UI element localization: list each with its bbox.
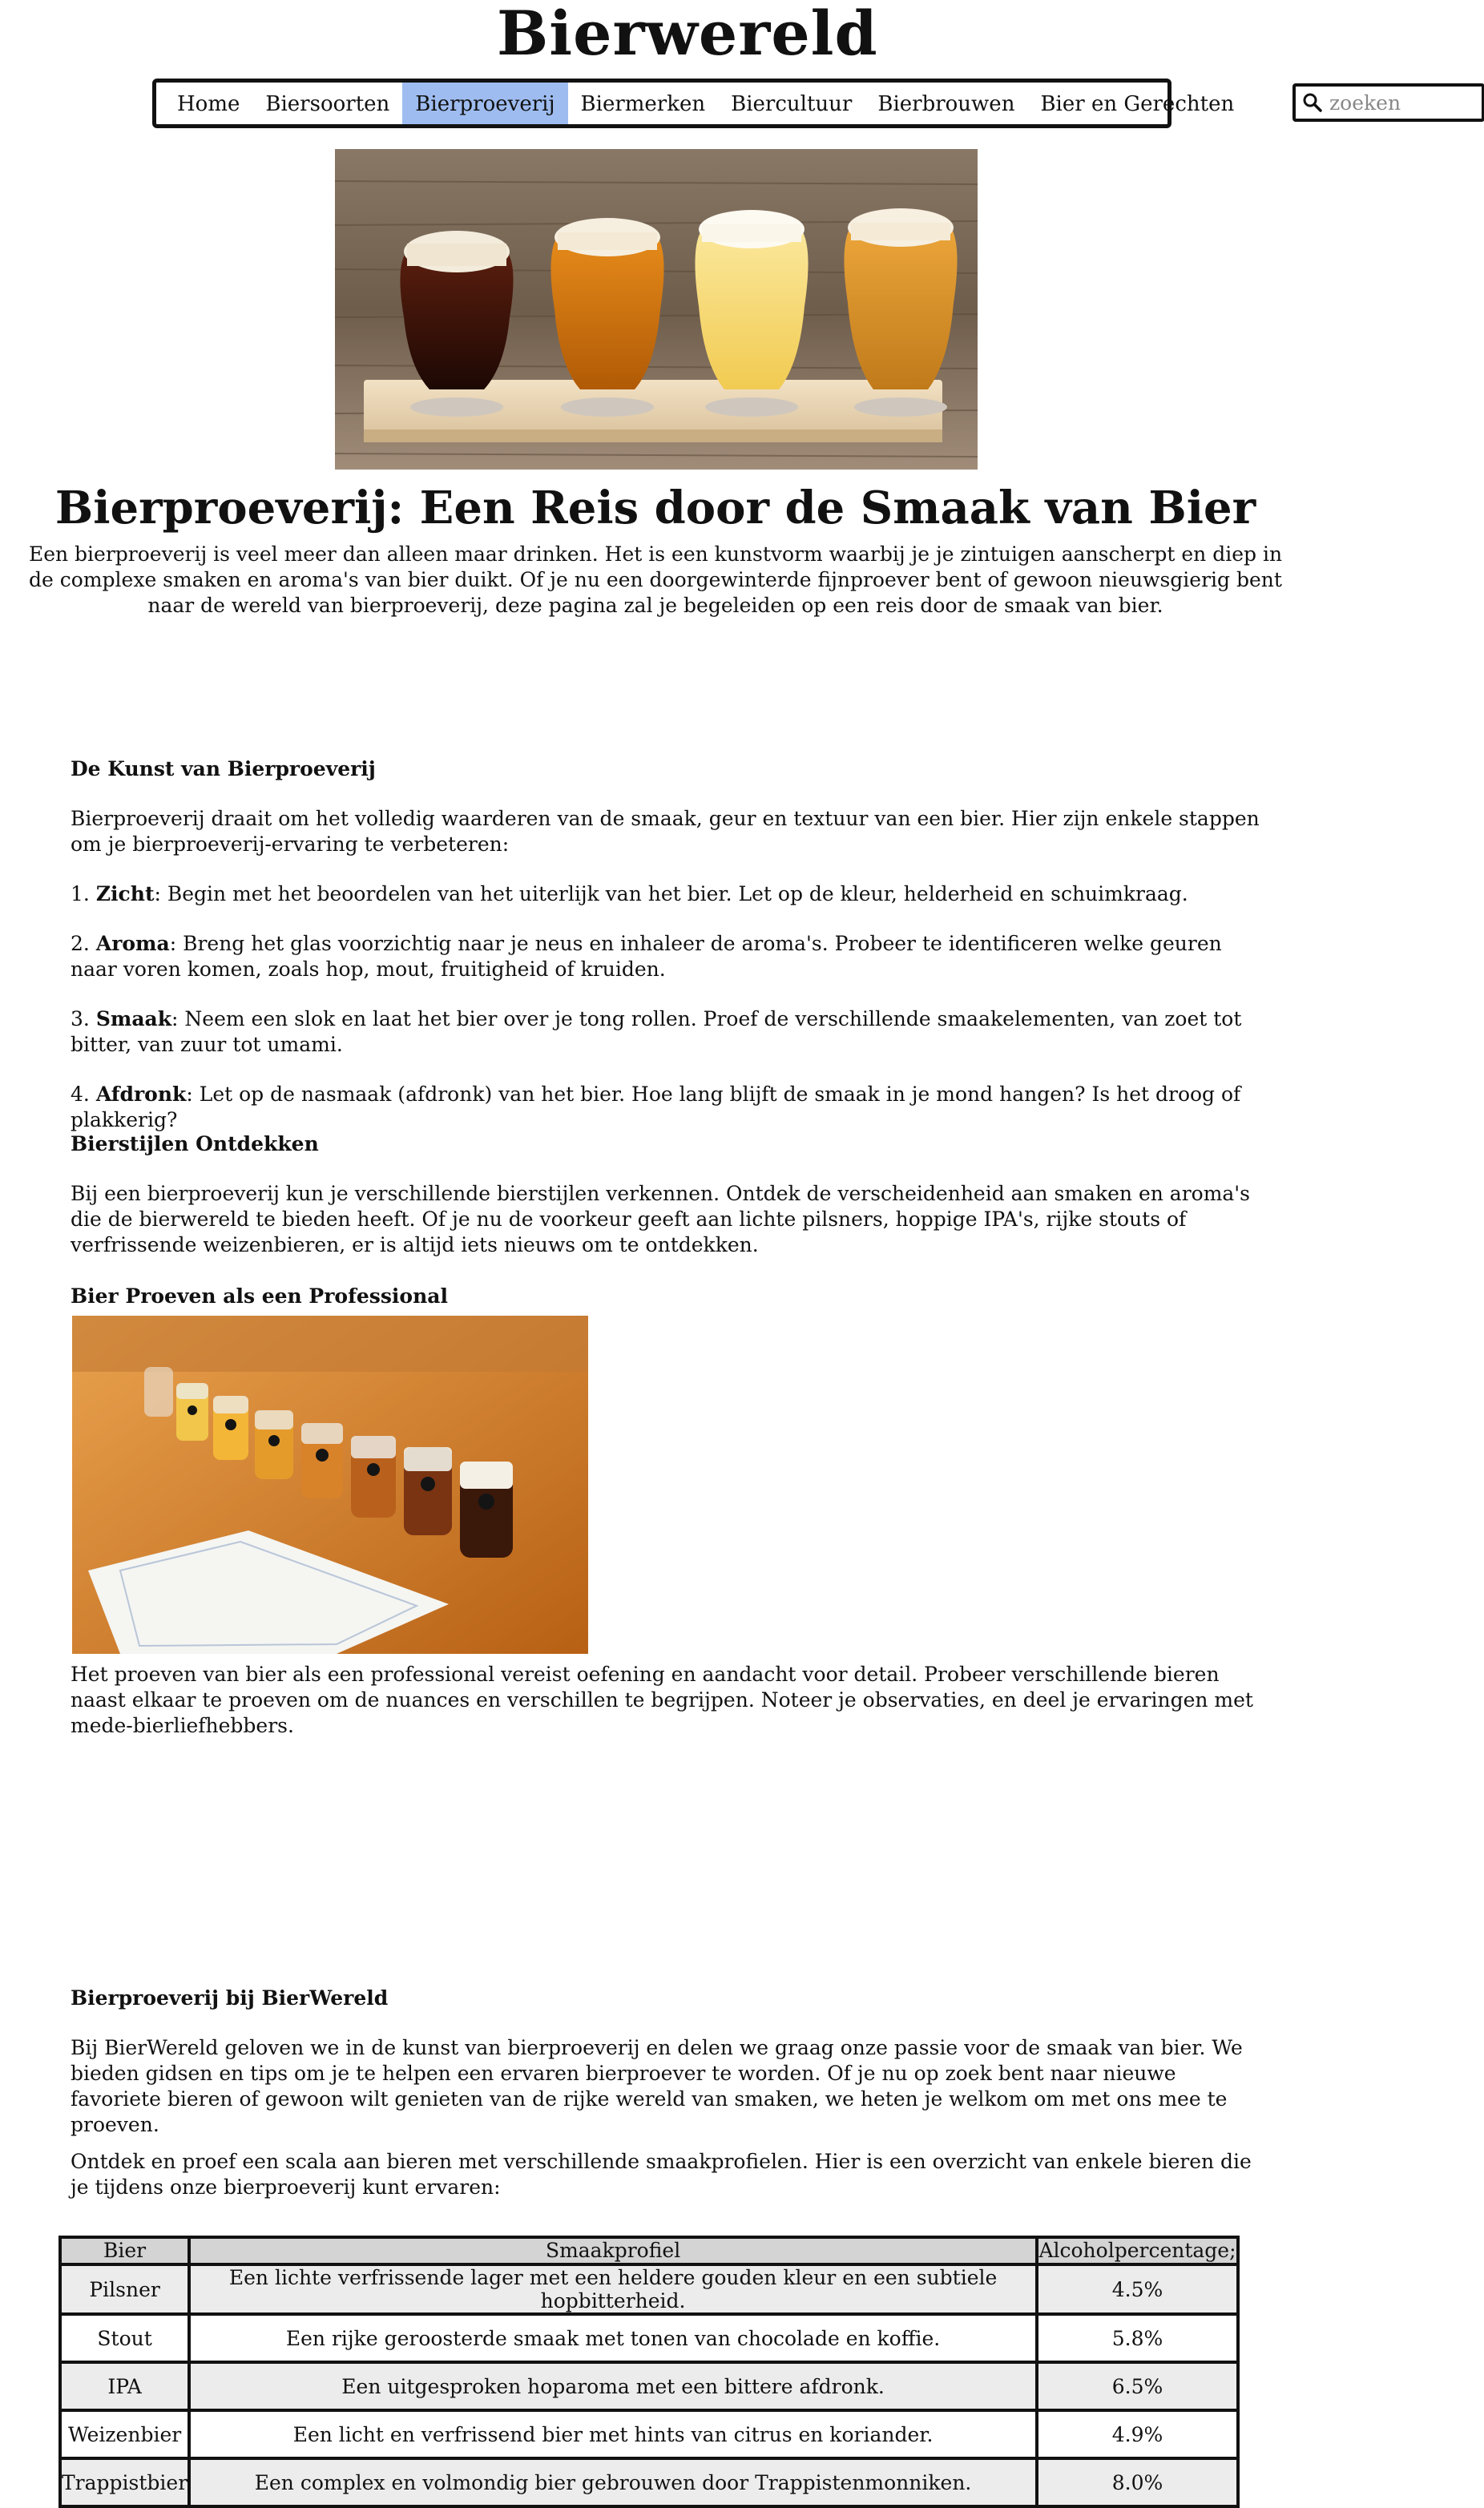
table-cell: Een lichte verfrissende lager met een he… [188,2263,1038,2316]
step-text: : Begin met het beoordelen van het uiter… [154,882,1188,905]
step-term: Aroma [95,932,170,955]
step-item: 1. Zicht: Begin met het beoordelen van h… [71,881,1272,907]
table-row: Trappistbier Een complex en volmondig bi… [58,2457,1240,2508]
table-cell: Een complex en volmondig bier gebrouwen … [188,2457,1038,2508]
step-item: 4. Afdronk: Let op de nasmaak (afdronk) … [71,1082,1272,1133]
step-term: Afdronk [95,1083,187,1106]
table-row: Stout Een rijke geroosterde smaak met to… [58,2312,1240,2364]
section-title: Bierproeverij bij BierWereld [71,1986,389,2010]
step-text: : Neem een slok en laat het bier over je… [71,1007,1242,1056]
section-professional: Het proeven van bier als een professiona… [71,1662,1272,1739]
table-row: Weizenbier Een licht en verfrissend bier… [58,2409,1240,2460]
nav-item-home[interactable]: Home [164,83,252,124]
step-number: 2. [71,932,90,955]
step-number: 3. [71,1007,90,1030]
page-heading: Bierproeverij: Een Reis door de Smaak va… [54,482,1256,534]
search-input[interactable] [1329,91,1474,115]
table-cell: Trappistbier [58,2457,192,2508]
step-number: 1. [71,882,90,905]
table-cell: Pilsner [58,2263,192,2316]
table-cell: Een uitgesproken hoparoma met een bitter… [188,2361,1038,2412]
table-cell: 8.0% [1035,2457,1240,2508]
section-title: Bier Proeven als een Professional [71,1284,448,1308]
table-row: Pilsner Een lichte verfrissende lager me… [58,2263,1240,2316]
section-title: De Kunst van Bierproeverij [71,757,376,780]
table-cell: 5.8% [1035,2312,1240,2364]
main-nav: Home Biersoorten Bierproeverij Biermerke… [152,79,1234,128]
table-header-row: Bier Smaakprofiel Alcoholpercentage; [58,2236,1240,2266]
table-cell: 6.5% [1035,2361,1240,2412]
nav-item-bierproeverij[interactable]: Bierproeverij [402,83,568,124]
table-cell: 4.5% [1035,2263,1240,2316]
section-kunst: De Kunst van Bierproeverij Bierproeverij… [71,756,1272,1133]
table-cell: Een rijke geroosterde smaak met tonen va… [188,2312,1038,2364]
table-cell: Stout [58,2312,192,2364]
section-text: Ontdek en proef een scala aan bieren met… [71,2150,1252,2199]
nav-item-biermerken[interactable]: Biermerken [568,83,719,124]
section-bierwereld: Bierproeverij bij BierWereld Bij BierWer… [71,1986,1272,2200]
intro-text: Een bierproeverij is veel meer dan allee… [28,542,1283,617]
column-header-smaakprofiel: Smaakprofiel [188,2236,1038,2266]
nav-item-bierbrouwen[interactable]: Bierbrouwen [865,83,1027,124]
search-box [1292,83,1484,122]
table-cell: Een licht en verfrissend bier met hints … [188,2409,1038,2460]
table-row: IPA Een uitgesproken hoparoma met een bi… [58,2361,1240,2412]
section-title: Bierstijlen Ontdekken [71,1132,319,1155]
column-header-bier: Bier [58,2236,192,2266]
step-term: Smaak [95,1007,172,1030]
section-professional-title: Bier Proeven als een Professional [71,1284,1272,1309]
section-text: Bierproeverij draait om het volledig waa… [71,807,1260,856]
section-text: Bij een bierproeverij kun je verschillen… [71,1182,1251,1256]
nav-item-biercultuur[interactable]: Biercultuur [718,83,865,124]
table-cell: Weizenbier [58,2409,192,2460]
nav-item-bier-en-gerechten[interactable]: Bier en Gerechten [1027,83,1247,124]
section-stijlen: Bierstijlen Ontdekken Bij een bierproeve… [71,1131,1272,1258]
step-term: Zicht [95,882,155,905]
search-icon[interactable] [1302,92,1323,113]
step-text: : Let op de nasmaak (afdronk) van het bi… [71,1083,1241,1131]
tasting-image [72,1316,588,1654]
section-text: Het proeven van bier als een professiona… [71,1663,1253,1737]
beer-table: Bier Smaakprofiel Alcoholpercentage; Pil… [58,2236,1240,2508]
section-text: Bij BierWereld geloven we in de kunst va… [71,2036,1243,2136]
nav-item-biersoorten[interactable]: Biersoorten [252,83,402,124]
table-cell: IPA [58,2361,192,2412]
step-number: 4. [71,1083,90,1106]
site-title: Bierwereld [497,0,878,69]
step-item: 2. Aroma: Breng het glas voorzichtig naa… [71,931,1272,982]
column-header-alcoholpercentage: Alcoholpercentage; [1035,2236,1240,2266]
table-cell: 4.9% [1035,2409,1240,2460]
step-item: 3. Smaak: Neem een slok en laat het bier… [71,1006,1272,1058]
hero-image [335,149,978,470]
step-text: : Breng het glas voorzichtig naar je neu… [71,932,1222,981]
